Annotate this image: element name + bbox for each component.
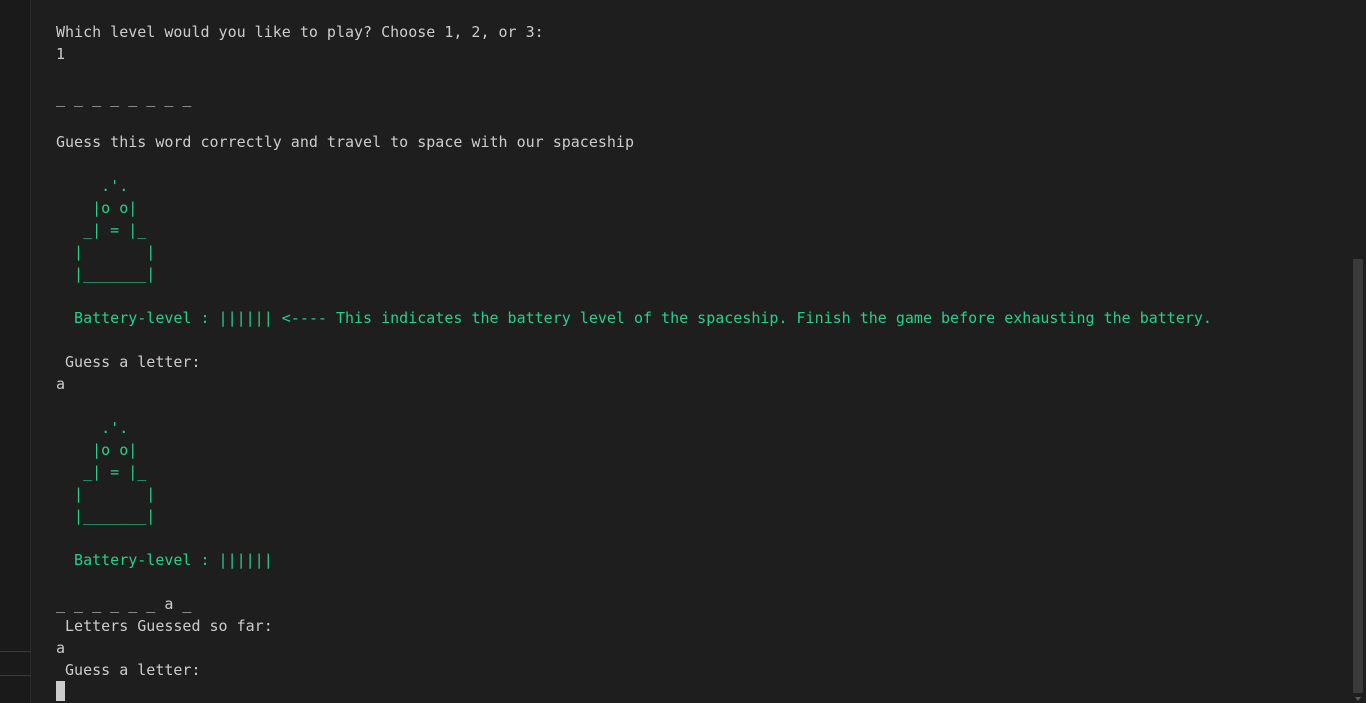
terminal-window: Which level would you like to play? Choo… xyxy=(0,0,1366,703)
side-gutter xyxy=(0,0,31,703)
terminal-lines: Which level would you like to play? Choo… xyxy=(56,21,1336,681)
terminal-line: |_______| xyxy=(56,265,156,283)
terminal-output[interactable]: Which level would you like to play? Choo… xyxy=(56,21,1336,703)
terminal-line: Letters Guessed so far: xyxy=(56,617,273,635)
terminal-line: |o o| xyxy=(56,441,138,459)
terminal-input-line[interactable] xyxy=(56,681,1336,703)
terminal-line: _ _ _ _ _ _ a _ xyxy=(56,595,192,613)
terminal-line: Battery-level : |||||| xyxy=(56,551,273,569)
terminal-line: Which level would you like to play? Choo… xyxy=(56,23,544,41)
terminal-line: |_______| xyxy=(56,507,156,525)
terminal-line: .'. xyxy=(56,419,129,437)
terminal-line: _| = |_ xyxy=(56,221,147,239)
scrollbar-thumb[interactable] xyxy=(1353,259,1363,693)
text-cursor xyxy=(56,681,65,701)
terminal-line: Guess a letter: xyxy=(56,353,201,371)
terminal-line: .'. xyxy=(56,177,129,195)
terminal-line: a xyxy=(56,375,66,393)
terminal-line: | | xyxy=(56,243,156,261)
terminal-line: a xyxy=(56,639,66,657)
vertical-scrollbar[interactable] xyxy=(1353,0,1363,703)
gutter-divider xyxy=(0,651,31,652)
terminal-line: | | xyxy=(56,485,156,503)
terminal-line: _ _ _ _ _ _ _ _ xyxy=(56,89,192,107)
gutter-divider xyxy=(0,675,31,676)
terminal-line: Battery-level : |||||| <---- This indica… xyxy=(56,309,1212,327)
terminal-line: Guess a letter: xyxy=(56,661,201,679)
terminal-line: 1 xyxy=(56,45,66,63)
terminal-line: Guess this word correctly and travel to … xyxy=(56,133,634,151)
terminal-line: _| = |_ xyxy=(56,463,147,481)
scroll-down-arrow-icon[interactable] xyxy=(1355,697,1361,701)
terminal-line: |o o| xyxy=(56,199,138,217)
